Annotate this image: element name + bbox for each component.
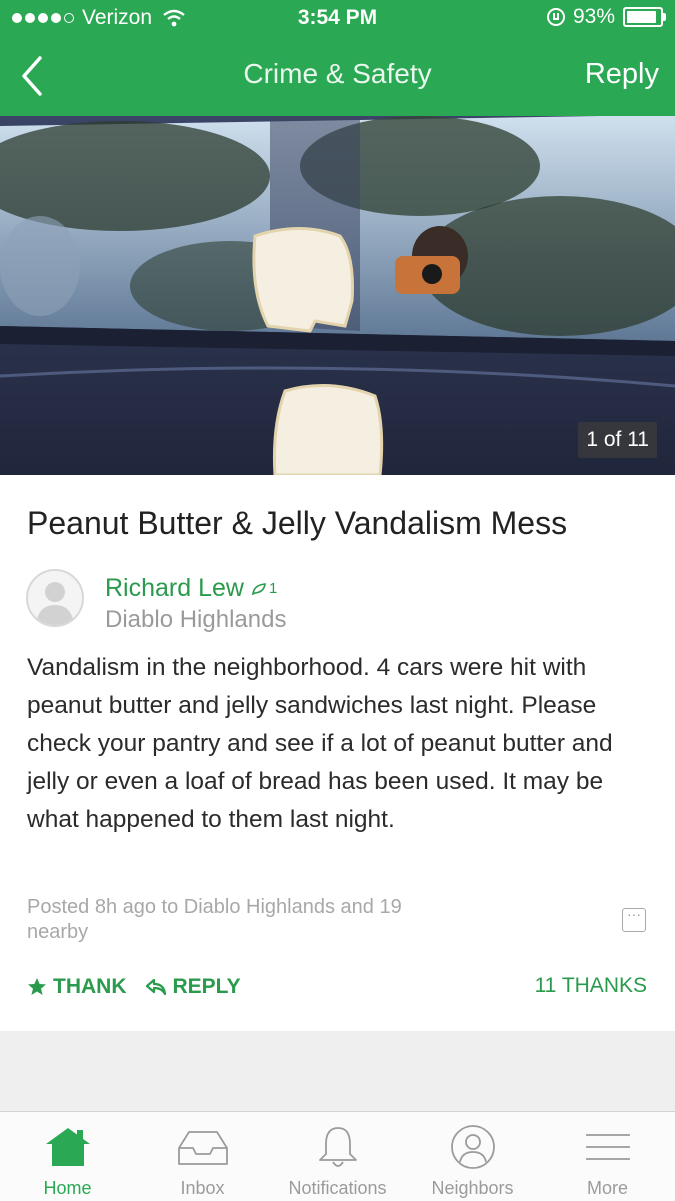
post-card: Peanut Butter & Jelly Vandalism Mess Ric… bbox=[0, 475, 675, 1031]
reply-header-button[interactable]: Reply bbox=[585, 58, 659, 91]
person-icon bbox=[451, 1125, 495, 1169]
menu-icon bbox=[586, 1134, 630, 1160]
tab-more[interactable]: More bbox=[540, 1112, 675, 1201]
car-photo-image bbox=[0, 116, 675, 475]
battery-icon bbox=[623, 7, 666, 27]
star-icon bbox=[28, 978, 46, 995]
bell-icon bbox=[319, 1127, 357, 1167]
tab-notifications[interactable]: Notifications bbox=[270, 1112, 405, 1201]
post-meta: Posted 8h ago to Diablo Highlands and 19… bbox=[27, 896, 402, 943]
thanks-count[interactable]: 11 THANKS bbox=[535, 974, 647, 998]
thank-button[interactable]: THANK bbox=[27, 975, 127, 999]
nav-bar: Crime & Safety Reply bbox=[0, 38, 675, 116]
avatar[interactable] bbox=[26, 569, 84, 627]
battery-percent: 93% bbox=[572, 5, 615, 28]
tab-neighbors[interactable]: Neighbors bbox=[405, 1112, 540, 1201]
default-avatar-icon bbox=[36, 582, 74, 625]
reply-button[interactable]: REPLY bbox=[145, 975, 241, 999]
bottom-tab-bar: Home Inbox Notifications Neighbors More bbox=[0, 1111, 675, 1201]
tab-more-label: More bbox=[586, 1178, 628, 1198]
author-name-label: Richard Lew bbox=[105, 574, 244, 602]
post-options-icon[interactable] bbox=[622, 906, 646, 932]
reply-arrow-icon bbox=[145, 978, 166, 996]
author-neighborhood: Diablo Highlands bbox=[105, 606, 287, 633]
inbox-icon bbox=[178, 1131, 228, 1165]
author-name[interactable]: Richard Lew 1 bbox=[105, 574, 277, 603]
leaf-icon bbox=[252, 582, 266, 595]
status-right: 93% bbox=[546, 5, 666, 29]
home-icon bbox=[46, 1128, 90, 1166]
tab-inbox[interactable]: Inbox bbox=[135, 1112, 270, 1201]
tab-home-label: Home bbox=[43, 1178, 92, 1198]
tab-inbox-label: Inbox bbox=[180, 1178, 225, 1198]
badge-count: 1 bbox=[268, 580, 278, 597]
status-bar: Verizon 3:54 PM 93% bbox=[0, 0, 675, 38]
photo-counter: 1 of 11 bbox=[578, 422, 657, 458]
post-photo[interactable]: 1 of 11 bbox=[0, 116, 675, 475]
header-bar: Verizon 3:54 PM 93% Crime & Safety Reply bbox=[0, 0, 675, 116]
lead-badge: 1 bbox=[252, 580, 277, 597]
post-title: Peanut Butter & Jelly Vandalism Mess bbox=[27, 505, 568, 541]
reply-label: REPLY bbox=[172, 975, 241, 998]
tab-home[interactable]: Home bbox=[0, 1112, 135, 1201]
post-actions: THANK REPLY bbox=[27, 975, 241, 999]
tab-neighbors-label: Neighbors bbox=[431, 1178, 514, 1198]
tab-notifications-label: Notifications bbox=[288, 1178, 387, 1198]
rotation-lock-icon bbox=[546, 8, 565, 26]
page-title: Crime & Safety bbox=[243, 58, 432, 89]
thank-label: THANK bbox=[53, 975, 127, 998]
post-body: Vandalism in the neighborhood. 4 cars we… bbox=[27, 654, 613, 833]
